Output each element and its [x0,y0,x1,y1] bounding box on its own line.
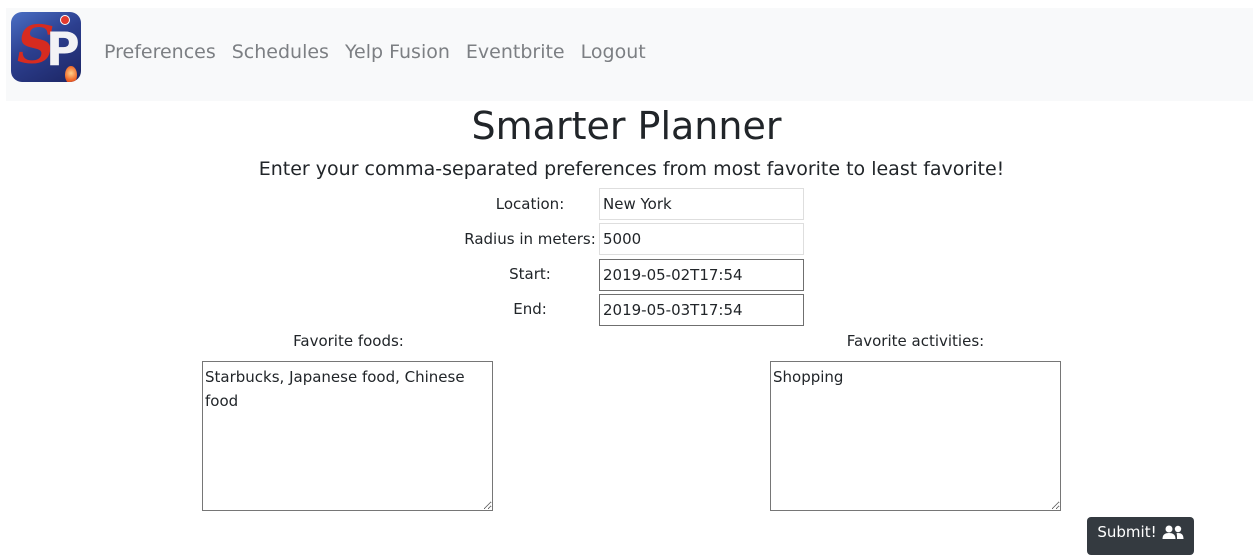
favorite-foods-textarea[interactable]: Starbucks, Japanese food, Chinese food [202,361,493,511]
navbar: S P Preferences Schedules Yelp Fusion Ev… [6,8,1253,101]
page-subtitle: Enter your comma-separated preferences f… [258,158,1005,180]
logo-flame [65,66,77,82]
app-logo[interactable]: S P [11,12,81,82]
end-label: End: [513,300,547,318]
submit-button-label: Submit! [1097,523,1157,541]
location-label: Location: [495,195,565,213]
users-icon [1162,525,1184,539]
nav-link-yelp-fusion[interactable]: Yelp Fusion [345,38,450,66]
start-label: Start: [509,265,551,283]
favorite-foods-label: Favorite foods: [293,332,404,350]
favorite-activities-textarea[interactable]: Shopping [770,361,1061,511]
start-input[interactable] [599,259,804,291]
nav-links: Preferences Schedules Yelp Fusion Eventb… [104,38,662,66]
radius-input[interactable] [599,223,804,255]
logo-dot [60,15,70,25]
submit-button[interactable]: Submit! [1087,517,1194,555]
location-input[interactable] [599,188,804,220]
favorite-activities-label: Favorite activities: [846,332,985,350]
page-title: Smarter Planner [471,104,782,148]
end-input[interactable] [599,294,804,326]
nav-link-eventbrite[interactable]: Eventbrite [466,38,565,66]
nav-link-schedules[interactable]: Schedules [232,38,329,66]
radius-label: Radius in meters: [464,230,596,248]
nav-link-logout[interactable]: Logout [581,38,646,66]
nav-link-preferences[interactable]: Preferences [104,38,216,66]
